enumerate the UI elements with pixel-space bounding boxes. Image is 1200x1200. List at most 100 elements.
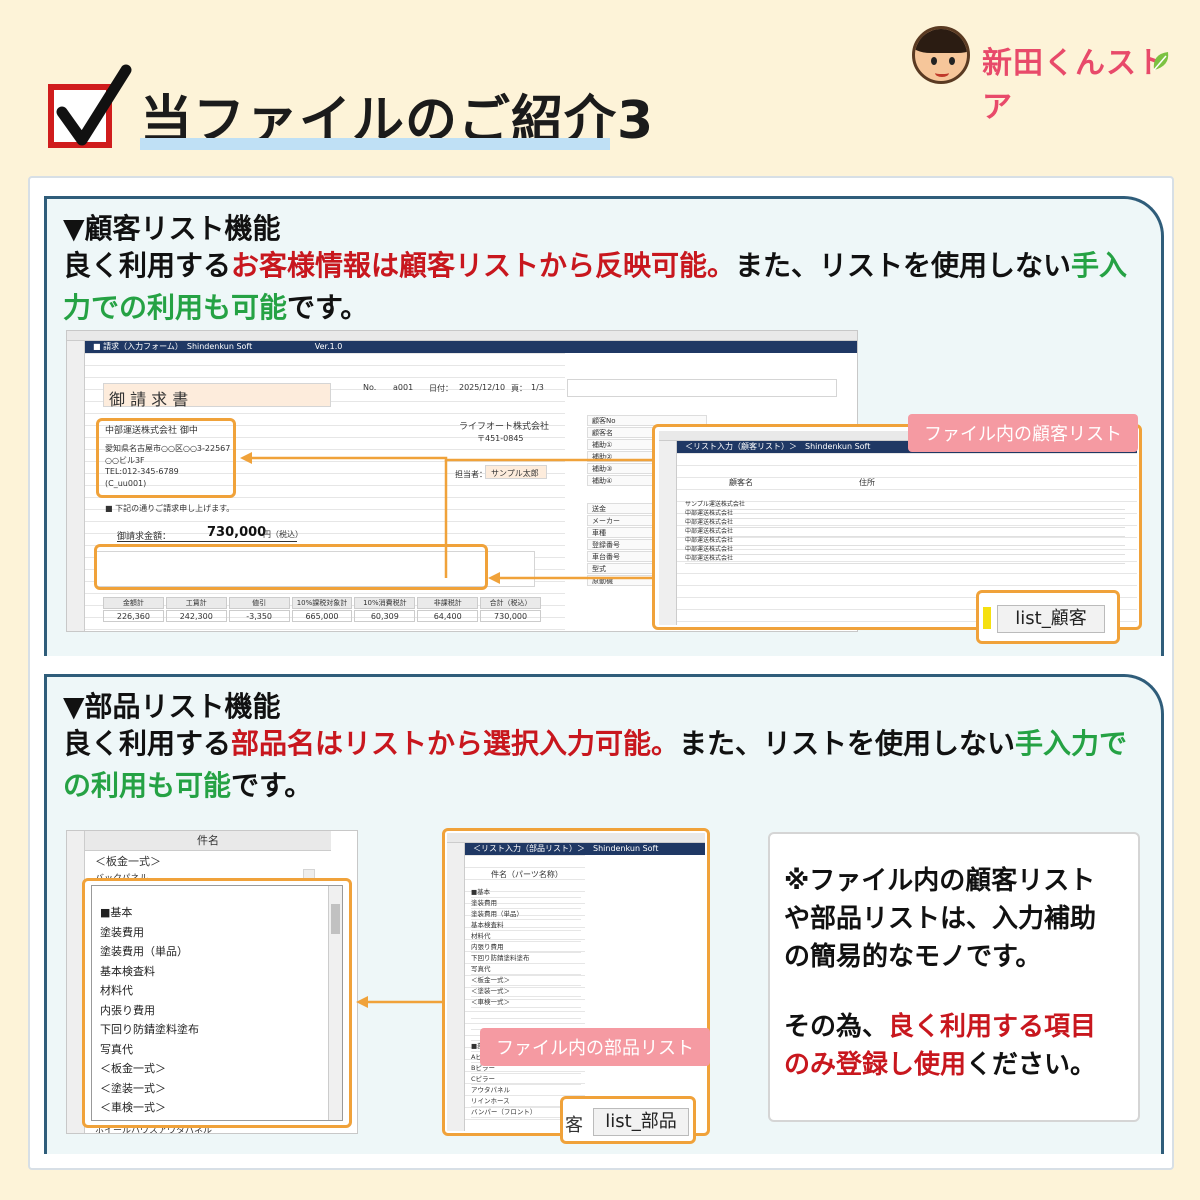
customer-tab-highlight: list_顧客 xyxy=(976,590,1120,644)
col-part-name: 件名（パーツ名称） xyxy=(491,870,563,879)
text-normal: 良く利用する xyxy=(63,249,232,282)
summary-table: 金額計 226,360 工賃計 242,300 値引 -3,350 10%課税対象計 665,… xyxy=(103,597,543,623)
customer-list-row[interactable]: 中部運送株式会社 xyxy=(685,510,1125,519)
note-line: その為、良く利用する項目 xyxy=(784,1012,1097,1042)
customer-list-row[interactable]: 中部運送株式会社 xyxy=(685,546,1125,555)
text-normal: です。 xyxy=(231,769,313,802)
invoice-note: ■ 下記の通りご請求申し上げます。 xyxy=(105,504,235,513)
summary-header-cell: 合計（税込） xyxy=(480,597,541,609)
parts-list-row[interactable]: ＜板金一式＞ xyxy=(471,975,581,986)
customer-select-row[interactable] xyxy=(567,379,837,397)
app-title-bar: ■ 請求（入力フォーム） Shindenkun Soft Ver.1.0 xyxy=(85,341,857,353)
summary-header-cell: 10%消費税計 xyxy=(354,597,416,609)
parts-list-row[interactable]: アウタパネル xyxy=(471,1085,581,1096)
parts-list-row[interactable]: 基本検査料 xyxy=(471,920,581,931)
no-label: No. xyxy=(363,383,377,392)
page-value: 1/3 xyxy=(531,383,544,392)
parts-list-sheet: ＜リスト入力（部品リスト）＞ Shindenkun Soft 件名（パーツ名称）… xyxy=(447,833,705,1131)
section-description: 良く利用する部品名はリストから選択入力可能。また、リストを使用しない手入力で の利… xyxy=(63,723,1143,807)
dropdown-item[interactable]: 下回り防錆塗料塗布 xyxy=(100,1021,199,1037)
dropdown-item[interactable]: ■基本 xyxy=(100,904,132,920)
row-header xyxy=(67,341,85,631)
summary-header-cell: 非課税計 xyxy=(417,597,479,609)
parts-list-row[interactable]: Cピラー xyxy=(471,1074,581,1085)
col-customer-name: 顧客名 xyxy=(729,478,753,487)
customer-list-row[interactable]: 中部運送株式会社 xyxy=(685,555,1125,564)
dropdown-item[interactable]: 塗装費用 xyxy=(100,924,144,940)
date-label: 日付： xyxy=(429,384,453,393)
arrow-icon xyxy=(356,960,450,1008)
customer-list-row[interactable]: サンプル運送株式会社 xyxy=(685,501,1125,510)
dropdown-list[interactable]: ■基本塗装費用塗装費用（単品） 基本検査料材料代内張り費用下回り防錆塗料塗布 写真代… xyxy=(91,885,343,1121)
parts-list-title-bar: ＜リスト入力（部品リスト）＞ Shindenkun Soft xyxy=(465,843,705,855)
note-line: の簡易的なモノです。 xyxy=(784,942,1042,972)
logo-text: 新田くんストア xyxy=(982,46,1168,125)
column-header xyxy=(67,331,857,341)
parts-list-row[interactable]: 塗装費用 xyxy=(471,898,581,909)
tab-partial-label: 客 xyxy=(565,1115,583,1136)
parts-list-row[interactable]: ＜車検一式＞ xyxy=(471,997,581,1008)
parts-list-row[interactable]: 下回り防錆塗料塗布 xyxy=(471,953,581,964)
tab-list-customer[interactable]: list_顧客 xyxy=(997,605,1105,633)
no-value: a001 xyxy=(393,383,414,392)
parts-list-callout: ファイル内の部品リスト xyxy=(480,1028,710,1066)
summary-value-cell: 64,400 xyxy=(417,610,479,622)
summary-header-cell: 金額計 xyxy=(103,597,164,609)
leaf-icon xyxy=(1153,52,1169,71)
dropdown-item[interactable]: 内張り費用 xyxy=(100,1002,155,1018)
text-normal: です。 xyxy=(287,291,369,324)
mascot-icon xyxy=(912,26,970,84)
customer-list-row[interactable]: 中部運送株式会社 xyxy=(685,537,1125,546)
parts-list-row[interactable]: 写真代 xyxy=(471,964,581,975)
text-highlight-red: 部品名はリストから選択入力可能。 xyxy=(231,727,680,760)
column-header-subject: 件名 xyxy=(85,831,331,851)
dropdown-item[interactable]: ＜塗装一式＞ xyxy=(100,1080,166,1096)
dropdown-row1: ＜板金一式＞ xyxy=(95,855,161,868)
dropdown-item[interactable]: 塗装費用（単品） xyxy=(100,943,188,959)
tab-list-parts[interactable]: list_部品 xyxy=(593,1108,689,1136)
section-title: ▼顧客リスト機能 xyxy=(63,212,281,245)
summary-value-cell: 730,000 xyxy=(480,610,541,622)
summary-header-cell: 工賃計 xyxy=(165,597,227,609)
note-box: ※ファイル内の顧客リスト や部品リストは、入力補助 の簡易的なモノです。 その為… xyxy=(768,832,1140,1122)
text-highlight-green: の利用も可能 xyxy=(63,769,232,802)
parts-list-row[interactable]: ■基本 xyxy=(471,887,581,898)
parts-list-row[interactable]: 材料代 xyxy=(471,931,581,942)
arrow-icon xyxy=(240,452,656,584)
col-address: 住所 xyxy=(859,478,875,487)
summary-value-cell: 226,360 xyxy=(103,610,164,622)
parts-list-row[interactable]: ＜塗装一式＞ xyxy=(471,986,581,997)
customer-highlight xyxy=(96,418,236,498)
dropdown-item[interactable]: 材料代 xyxy=(100,982,133,998)
parts-list-row[interactable] xyxy=(471,1008,581,1019)
dropdown-item[interactable]: ＜車検一式＞ xyxy=(100,1099,166,1115)
parts-list-row[interactable]: 内張り費用 xyxy=(471,942,581,953)
parts-list-row[interactable]: 塗装費用（単品） xyxy=(471,909,581,920)
customer-list-callout: ファイル内の顧客リスト xyxy=(908,414,1138,452)
customer-list-row[interactable]: 中部運送株式会社 xyxy=(685,528,1125,537)
dropdown-item[interactable]: ＜板金一式＞ xyxy=(100,1060,166,1076)
customer-list-row[interactable]: 中部運送株式会社 xyxy=(685,519,1125,528)
text-highlight-red: お客様情報は顧客リストから反映可能。 xyxy=(231,249,736,282)
parts-list-window: ＜リスト入力（部品リスト）＞ Shindenkun Soft 件名（パーツ名称）… xyxy=(442,828,710,1136)
store-logo: 新田くんストア xyxy=(912,20,1172,125)
summary-value-cell: 665,000 xyxy=(291,610,353,622)
summary-value-cell: 242,300 xyxy=(165,610,227,622)
section-title: ▼部品リスト機能 xyxy=(63,690,281,723)
check-mark-icon xyxy=(56,64,132,146)
note-line: や部品リストは、入力補助 xyxy=(784,904,1097,934)
invoice-title: 御 請 求 書 xyxy=(109,390,189,409)
dropdown-item[interactable]: 写真代 xyxy=(100,1041,133,1057)
parts-tab-highlight: 客 list_部品 xyxy=(560,1096,696,1144)
date-value: 2025/12/10 xyxy=(459,383,506,392)
dropdown-list-highlight: ■基本塗装費用塗装費用（単品） 基本検査料材料代内張り費用下回り防錆塗料塗布 写真代… xyxy=(82,878,352,1128)
dropdown-scrollbar[interactable] xyxy=(328,886,342,1120)
section-description: 良く利用するお客様情報は顧客リストから反映可能。また、リストを使用しない手入力で… xyxy=(63,245,1143,329)
text-normal: 良く利用する xyxy=(63,727,232,760)
title-underline xyxy=(140,138,610,150)
dropdown-item[interactable]: 基本検査料 xyxy=(100,963,155,979)
summary-header-cell: 値引 xyxy=(228,597,290,609)
summary-value-cell: -3,350 xyxy=(228,610,290,622)
note-line: のみ登録し使用ください。 xyxy=(784,1050,1097,1080)
text-normal: また、リストを使用しない xyxy=(679,727,1016,760)
